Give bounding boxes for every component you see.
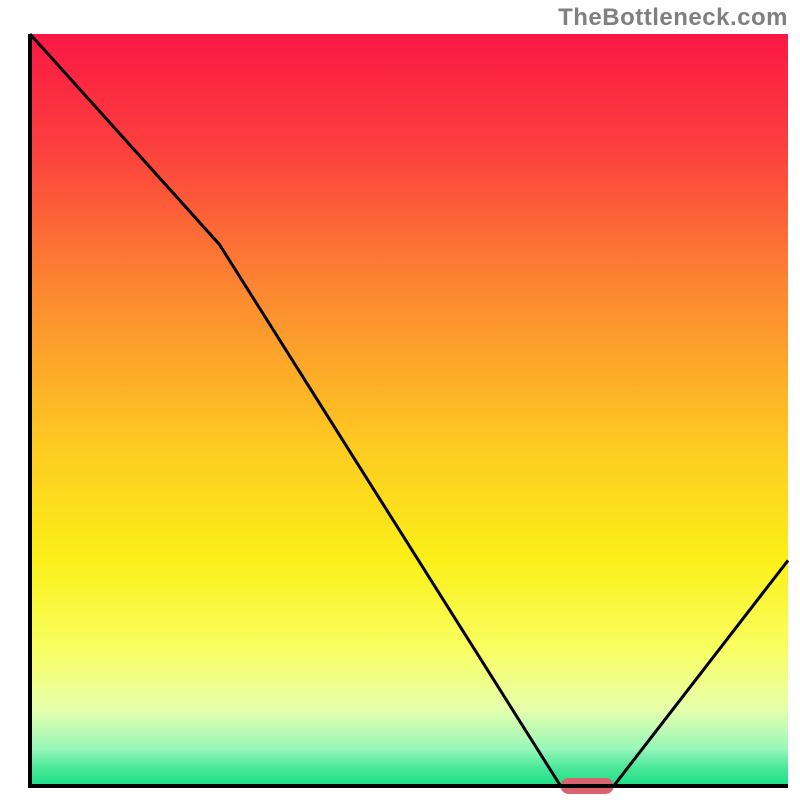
gradient-background [30, 34, 788, 786]
watermark-text: TheBottleneck.com [558, 4, 788, 32]
chart-container: TheBottleneck.com [0, 0, 800, 800]
bottleneck-chart [0, 0, 800, 800]
